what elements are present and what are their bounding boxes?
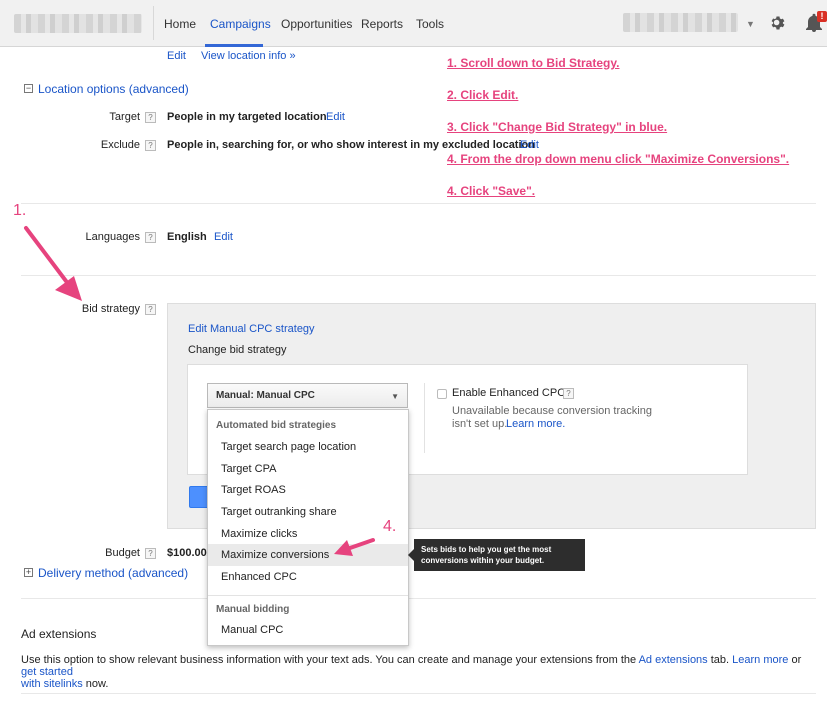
location-options-toggle[interactable]: Location options (advanced)	[38, 82, 189, 96]
account-menu-caret-icon[interactable]: ▼	[746, 19, 755, 29]
instruction-step: 4. From the drop down menu click "Maximi…	[447, 152, 790, 166]
instruction-step: 1. Scroll down to Bid Strategy.	[447, 56, 620, 70]
tooltip-line: Sets bids to help you get the most	[421, 545, 552, 554]
notification-badge: !	[817, 11, 827, 22]
ad-extensions-description: Use this option to show relevant busines…	[21, 654, 816, 690]
editor-divider	[424, 383, 425, 453]
instruction-step: 2. Click Edit.	[447, 88, 519, 102]
active-tab-indicator	[205, 44, 263, 47]
ad-extensions-title: Ad extensions	[21, 627, 97, 641]
section-divider	[21, 598, 816, 599]
dropdown-item-maximize-clicks[interactable]: Maximize clicks	[208, 523, 408, 545]
tab-opportunities[interactable]: Opportunities	[281, 17, 352, 31]
get-started-link[interactable]: get started	[21, 666, 73, 678]
ad-extensions-text: now.	[82, 678, 109, 690]
bid-strategy-label: Bid strategy	[81, 303, 140, 315]
languages-edit-link[interactable]: Edit	[214, 231, 233, 243]
tooltip-line: conversions within your budget.	[421, 556, 545, 565]
bid-strategy-dropdown-menu: Automated bid strategies Target search p…	[207, 409, 409, 646]
enhanced-cpc-note-line2: isn't set up.	[452, 418, 508, 430]
learn-more-link[interactable]: Learn more.	[506, 418, 565, 430]
tab-reports[interactable]: Reports	[361, 17, 403, 31]
expand-icon[interactable]: +	[24, 568, 33, 577]
instruction-step: 3. Click "Change Bid Strategy" in blue.	[447, 120, 668, 134]
dropdown-item-maximize-conversions[interactable]: Maximize conversions	[208, 544, 408, 566]
dropdown-item-manual-cpc[interactable]: Manual CPC	[208, 619, 408, 641]
dropdown-item-enhanced-cpc[interactable]: Enhanced CPC	[208, 566, 408, 588]
maximize-conversions-tooltip: Sets bids to help you get the most conve…	[414, 539, 585, 571]
tab-tools[interactable]: Tools	[416, 17, 444, 31]
section-divider	[21, 275, 816, 276]
account-logo-blurred	[14, 14, 142, 33]
dropdown-item-target-search-page-location[interactable]: Target search page location	[208, 436, 408, 458]
help-icon[interactable]: ?	[145, 548, 156, 559]
instruction-step: 4. Click "Save".	[447, 184, 536, 198]
help-icon[interactable]: ?	[563, 388, 574, 399]
top-navigation-bar: Home Campaigns Opportunities Reports Too…	[0, 0, 827, 47]
tab-campaigns[interactable]: Campaigns	[210, 17, 271, 31]
ad-extensions-tab-link[interactable]: Ad extensions	[639, 654, 708, 666]
account-name-blurred[interactable]	[623, 13, 738, 32]
delivery-method-toggle[interactable]: Delivery method (advanced)	[38, 566, 188, 580]
help-icon[interactable]: ?	[145, 232, 156, 243]
location-edit-link[interactable]: Edit	[167, 50, 186, 62]
ad-extensions-text: or	[788, 654, 802, 666]
change-bid-strategy-label: Change bid strategy	[188, 344, 287, 356]
annotation-step-4: 4.	[383, 518, 397, 535]
collapse-icon[interactable]: −	[24, 84, 33, 93]
enhanced-cpc-checkbox[interactable]	[437, 389, 447, 399]
nav-divider	[153, 6, 154, 40]
dropdown-group-automated: Automated bid strategies	[216, 420, 337, 431]
enhanced-cpc-note-line1: Unavailable because conversion tracking	[452, 405, 652, 417]
exclude-value: People in, searching for, or who show in…	[167, 139, 535, 151]
bid-strategy-select[interactable]: Manual: Manual CPC ▼	[207, 383, 408, 408]
dropdown-item-target-roas[interactable]: Target ROAS	[208, 479, 408, 501]
gear-icon[interactable]	[770, 15, 786, 31]
view-location-info-link[interactable]: View location info »	[201, 50, 296, 62]
languages-value: English	[167, 231, 207, 243]
exclude-edit-link[interactable]: Edit	[520, 139, 539, 151]
enhanced-cpc-label: Enable Enhanced CPC	[452, 387, 566, 399]
budget-label: Budget	[105, 547, 140, 559]
tab-home[interactable]: Home	[164, 17, 196, 31]
section-divider	[21, 693, 816, 694]
target-value: People in my targeted location	[167, 111, 327, 123]
languages-label: Languages	[85, 231, 140, 243]
exclude-label: Exclude	[100, 139, 140, 151]
dropdown-item-target-cpa[interactable]: Target CPA	[208, 458, 408, 480]
annotation-arrow-1	[24, 226, 82, 301]
annotation-step-1: 1.	[13, 202, 27, 219]
target-label: Target	[109, 111, 140, 123]
dropdown-item-target-outranking-share[interactable]: Target outranking share	[208, 501, 408, 523]
ad-extensions-text: Use this option to show relevant busines…	[21, 654, 639, 666]
bid-strategy-selected-value: Manual: Manual CPC	[216, 390, 315, 401]
dropdown-divider	[208, 595, 408, 596]
edit-manual-cpc-strategy-link[interactable]: Edit Manual CPC strategy	[188, 323, 315, 335]
chevron-down-icon: ▼	[391, 392, 399, 401]
section-divider	[21, 203, 816, 204]
ad-extensions-learn-more-link[interactable]: Learn more	[732, 654, 788, 666]
get-started-link[interactable]: with sitelinks	[21, 678, 83, 690]
help-icon[interactable]: ?	[145, 304, 156, 315]
help-icon[interactable]: ?	[145, 140, 156, 151]
target-edit-link[interactable]: Edit	[326, 111, 345, 123]
ad-extensions-text: tab.	[707, 654, 733, 666]
budget-value: $100.00/	[167, 547, 210, 559]
dropdown-group-manual: Manual bidding	[216, 604, 290, 615]
help-icon[interactable]: ?	[145, 112, 156, 123]
